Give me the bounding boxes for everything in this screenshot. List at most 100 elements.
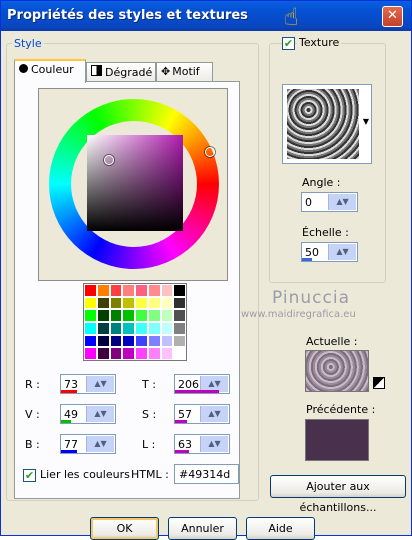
close-button[interactable]: ✕ — [382, 6, 403, 27]
palette-swatch[interactable] — [84, 284, 97, 297]
palette-swatch[interactable] — [96, 334, 110, 348]
palette-swatch[interactable] — [173, 347, 186, 360]
palette-swatch[interactable] — [147, 347, 161, 360]
color-palette[interactable] — [83, 283, 187, 361]
palette-swatch[interactable] — [160, 322, 174, 335]
palette-swatch[interactable] — [147, 334, 161, 348]
spin-arrows-icon[interactable]: ▲▼ — [328, 194, 356, 210]
previous-color-swatch[interactable] — [305, 419, 369, 461]
palette-swatch[interactable] — [96, 322, 110, 335]
link-colors-checkbox[interactable]: ✔ — [23, 469, 36, 482]
color-wheel-box — [38, 88, 228, 281]
palette-swatch[interactable] — [160, 309, 174, 322]
swap-icon[interactable] — [373, 377, 385, 389]
tab-pattern[interactable]: ✥ Motif — [156, 62, 213, 81]
palette-swatch[interactable] — [160, 296, 174, 310]
palette-swatch[interactable] — [122, 334, 135, 348]
html-color-input[interactable]: #49314d — [174, 464, 239, 484]
t-spinbox[interactable]: 206 ▲▼ — [174, 374, 230, 394]
saturation-lightness-square[interactable] — [87, 135, 183, 231]
palette-swatch[interactable] — [122, 347, 135, 360]
texture-label: Texture — [297, 36, 342, 49]
watermark-name: Pinuccia — [272, 288, 350, 308]
ok-button[interactable]: OK — [90, 517, 159, 540]
palette-swatch[interactable] — [160, 347, 174, 360]
html-label: HTML : — [131, 468, 169, 481]
spin-arrows-icon[interactable]: ▲▼ — [328, 244, 356, 260]
palette-swatch[interactable] — [122, 322, 135, 335]
spin-arrows-icon[interactable]: ▲▼ — [200, 406, 228, 422]
cancel-button[interactable]: Annuler — [168, 517, 237, 540]
current-texture-swatch[interactable] — [305, 350, 369, 392]
add-to-samples-label: Ajouter aux échantillons... — [299, 480, 377, 514]
palette-swatch[interactable] — [147, 296, 161, 310]
angle-spinbox[interactable]: 0 ▲▼ — [301, 192, 358, 212]
close-icon: ✕ — [387, 8, 398, 23]
palette-swatch[interactable] — [96, 347, 110, 360]
help-button[interactable]: Aide — [246, 517, 315, 540]
spin-arrows-icon[interactable]: ▲▼ — [200, 436, 228, 452]
palette-swatch[interactable] — [122, 309, 135, 322]
palette-swatch[interactable] — [84, 309, 97, 322]
l-label: L : — [142, 438, 156, 451]
b-spinbox[interactable]: 77 ▲▼ — [60, 434, 116, 454]
tab-color[interactable]: Couleur — [14, 59, 86, 83]
texture-checkbox[interactable]: ✔ — [282, 37, 295, 50]
hue-marker[interactable] — [205, 147, 215, 157]
palette-swatch[interactable] — [173, 296, 186, 310]
palette-swatch[interactable] — [109, 347, 123, 360]
palette-swatch[interactable] — [122, 296, 135, 310]
l-spinbox[interactable]: 63 ▲▼ — [174, 434, 230, 454]
scale-spinbox[interactable]: 50 ▲▼ — [301, 242, 358, 262]
r-spinbox[interactable]: 73 ▲▼ — [60, 374, 116, 394]
s-label: S : — [142, 408, 157, 421]
palette-swatch[interactable] — [173, 334, 186, 348]
palette-swatch[interactable] — [96, 309, 110, 322]
checkmark-icon: ✔ — [24, 469, 35, 482]
palette-swatch[interactable] — [109, 309, 123, 322]
pointing-hand-icon: ☝ — [284, 3, 299, 31]
palette-swatch[interactable] — [160, 284, 174, 297]
pattern-icon: ✥ — [161, 65, 171, 78]
palette-swatch[interactable] — [147, 284, 161, 297]
title-bar[interactable]: Propriétés des styles et textures ☝ ✕ — [1, 1, 411, 31]
palette-swatch[interactable] — [84, 347, 97, 360]
gradient-icon — [91, 65, 102, 76]
texture-selector[interactable]: ▼ — [282, 84, 372, 164]
palette-swatch[interactable] — [173, 322, 186, 335]
tab-color-label: Couleur — [31, 63, 74, 76]
v-label: V : — [25, 408, 40, 421]
palette-swatch[interactable] — [96, 284, 110, 297]
cancel-label: Annuler — [181, 522, 224, 535]
palette-swatch[interactable] — [135, 296, 148, 310]
palette-swatch[interactable] — [84, 334, 97, 348]
tab-gradient[interactable]: Dégradé — [86, 62, 156, 81]
s-spinbox[interactable]: 57 ▲▼ — [174, 404, 230, 424]
dropdown-arrow-icon[interactable]: ▼ — [363, 117, 369, 126]
palette-swatch[interactable] — [109, 334, 123, 348]
palette-swatch[interactable] — [135, 284, 148, 297]
palette-swatch[interactable] — [135, 347, 148, 360]
palette-swatch[interactable] — [109, 296, 123, 310]
palette-swatch[interactable] — [135, 334, 148, 348]
palette-swatch[interactable] — [109, 322, 123, 335]
spin-arrows-icon[interactable]: ▲▼ — [86, 376, 114, 392]
palette-swatch[interactable] — [147, 309, 161, 322]
v-spinbox[interactable]: 49 ▲▼ — [60, 404, 116, 424]
palette-swatch[interactable] — [109, 284, 123, 297]
angle-value: 0 — [305, 196, 312, 209]
palette-swatch[interactable] — [147, 322, 161, 335]
add-to-samples-button[interactable]: Ajouter aux échantillons... — [270, 475, 406, 514]
palette-swatch[interactable] — [122, 284, 135, 297]
palette-swatch[interactable] — [96, 296, 110, 310]
palette-swatch[interactable] — [84, 322, 97, 335]
sl-marker[interactable] — [104, 155, 114, 165]
spin-arrows-icon[interactable]: ▲▼ — [86, 436, 114, 452]
palette-swatch[interactable] — [84, 296, 97, 310]
palette-swatch[interactable] — [135, 309, 148, 322]
palette-swatch[interactable] — [160, 334, 174, 348]
palette-swatch[interactable] — [173, 284, 186, 297]
spin-arrows-icon[interactable]: ▲▼ — [86, 406, 114, 422]
palette-swatch[interactable] — [173, 309, 186, 322]
palette-swatch[interactable] — [135, 322, 148, 335]
